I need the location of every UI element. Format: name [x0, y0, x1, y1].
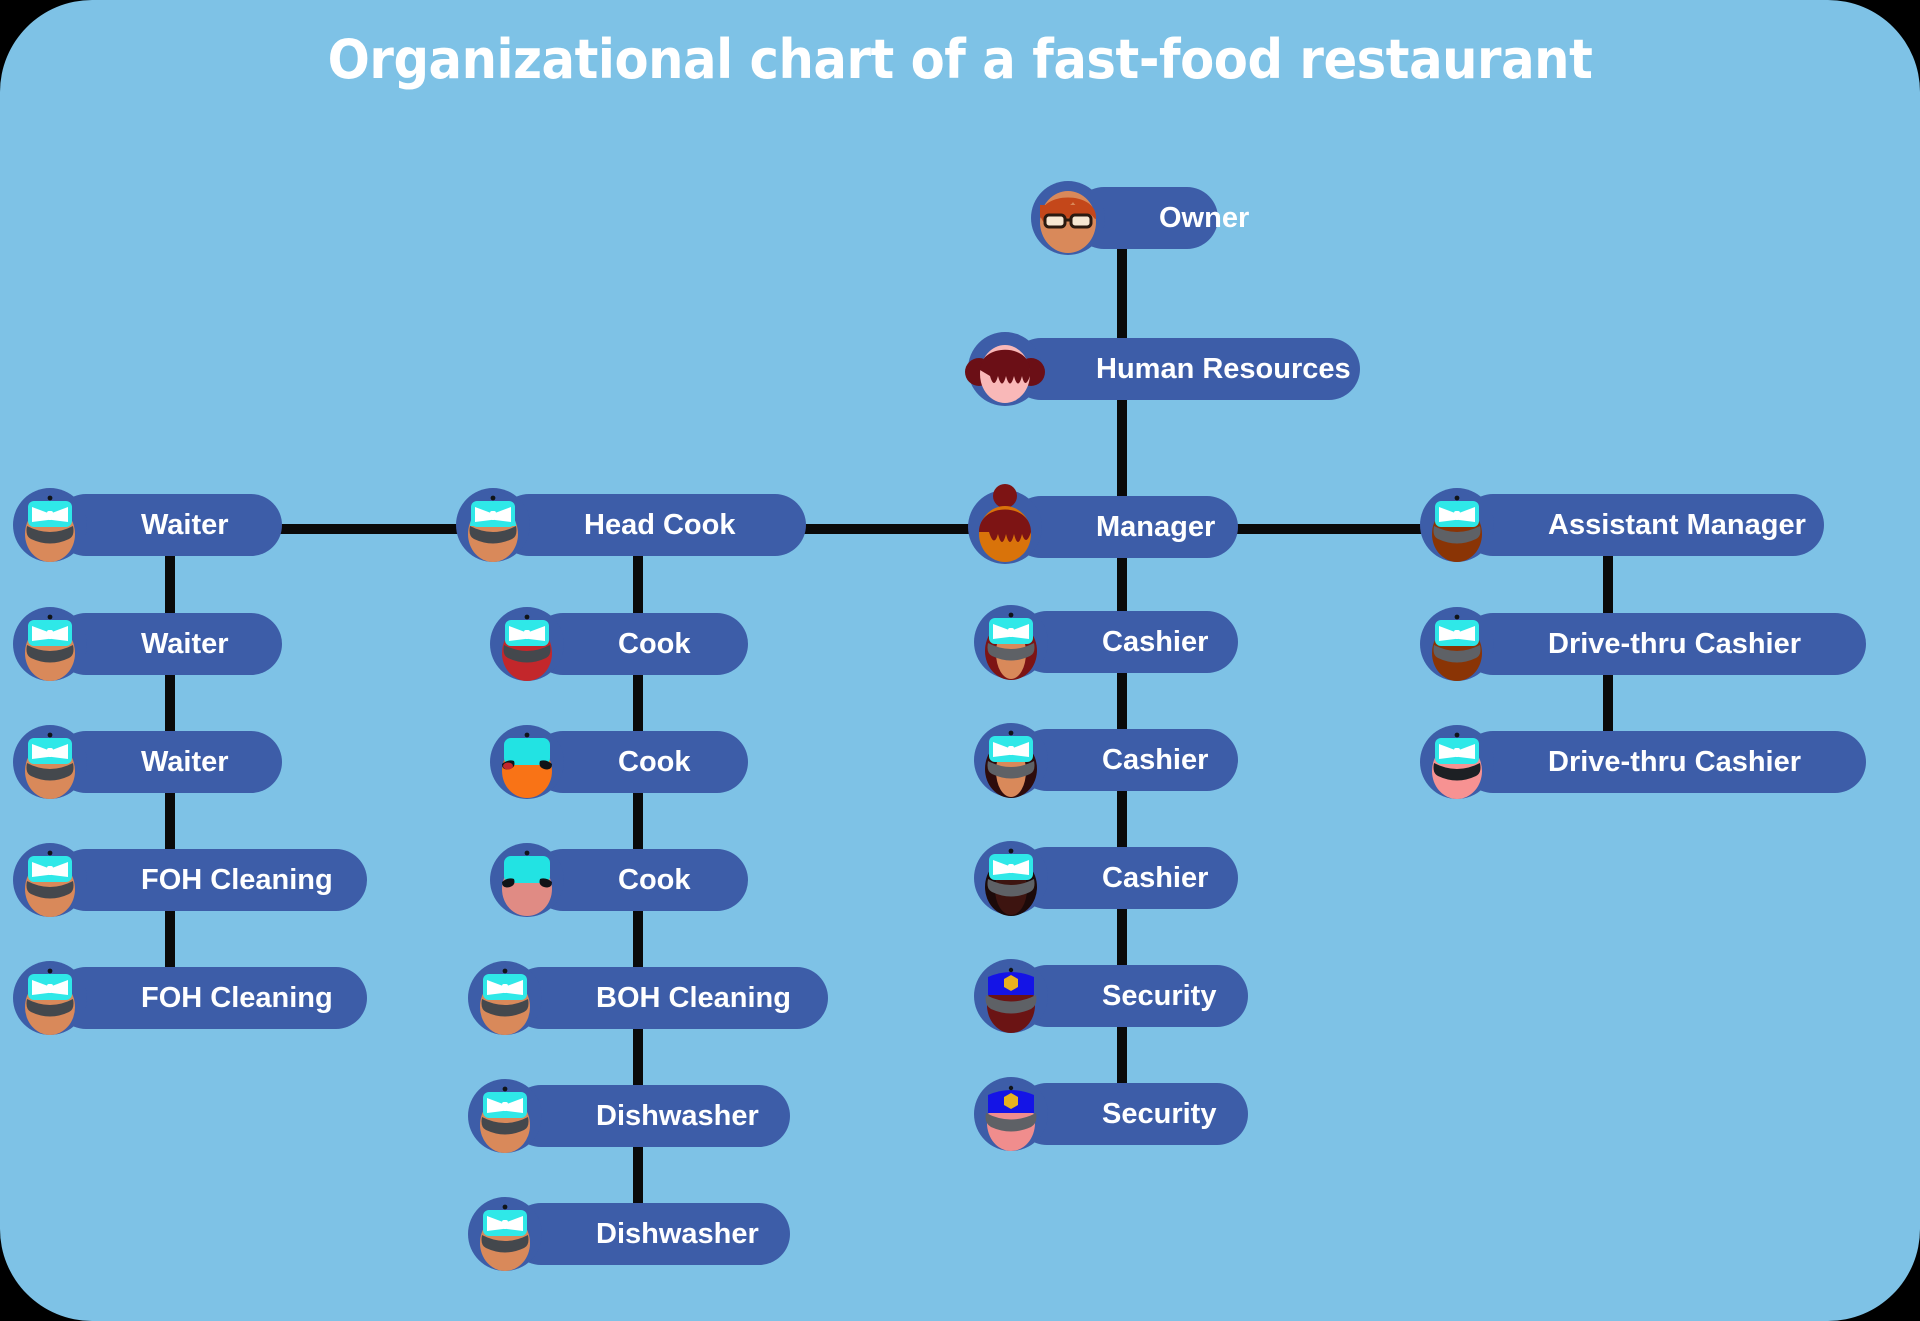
node-cook-2[interactable]: Cook [490, 725, 748, 799]
node-manager[interactable]: Manager [968, 484, 1238, 564]
node-drive-thru-cashier-2[interactable]: Drive-thru Cashier [1420, 725, 1866, 799]
node-label: FOH Cleaning [141, 981, 333, 1014]
node-cashier-3[interactable]: Cashier [974, 841, 1238, 916]
node-drive-thru-cashier-1[interactable]: Drive-thru Cashier [1420, 607, 1866, 681]
node-cook-3[interactable]: Cook [490, 843, 748, 917]
avatar-police-cap-pink [968, 1071, 1054, 1157]
node-human-resources[interactable]: Human Resources [965, 332, 1360, 406]
avatar-cap-bow-longhair-red [968, 599, 1054, 685]
node-label: Drive-thru Cashier [1548, 745, 1802, 778]
avatar-cap-bow-darkbrown [1414, 601, 1500, 687]
node-foh-cleaning-1[interactable]: FOH Cleaning [13, 843, 367, 917]
node-foh-cleaning-2[interactable]: FOH Cleaning [13, 961, 367, 1035]
avatar-cap-bow-tan [462, 1073, 548, 1159]
node-boh-cleaning[interactable]: BOH Cleaning [468, 961, 828, 1035]
avatar-cap-bow-longhair-brown [968, 717, 1054, 803]
page-title: Organizational chart of a fast-food rest… [327, 28, 1593, 91]
node-head-cook[interactable]: Head Cook [456, 488, 806, 562]
node-cashier-1[interactable]: Cashier [974, 605, 1238, 680]
node-label: Cashier [1102, 743, 1209, 776]
avatar-cap-bow-tan [462, 1191, 548, 1277]
node-owner[interactable]: Owner [1031, 181, 1249, 255]
node-assistant-manager[interactable]: Assistant Manager [1420, 488, 1824, 562]
node-label: Dishwasher [596, 1099, 759, 1132]
avatar-cap-bow-tan [462, 955, 548, 1041]
avatar-cap-bow-tan [7, 482, 93, 568]
node-label: Cook [618, 863, 691, 896]
avatar-cap-bow-red [484, 601, 570, 687]
node-label: Waiter [141, 627, 229, 660]
node-label: BOH Cleaning [596, 981, 791, 1014]
node-label: Waiter [141, 745, 229, 778]
node-cashier-2[interactable]: Cashier [974, 723, 1238, 798]
node-label: Manager [1096, 510, 1216, 543]
avatar-cap-bow-tan [7, 719, 93, 805]
node-label: Waiter [141, 508, 229, 541]
avatar-cap-plain-pink-glasses [484, 837, 570, 923]
avatar-owner-orange-hair-glasses [1025, 175, 1111, 261]
screenshot-canvas: Organizational chart of a fast-food rest… [0, 0, 1920, 1321]
node-dishwasher-2[interactable]: Dishwasher [468, 1197, 790, 1271]
node-security-2[interactable]: Security [974, 1077, 1248, 1151]
node-label: Security [1102, 1097, 1217, 1130]
avatar-cap-bow-pink [1414, 719, 1500, 805]
node-waiter-2[interactable]: Waiter [13, 607, 282, 681]
avatar-hr-darkred-buns [962, 326, 1048, 412]
node-waiter-3[interactable]: Waiter [13, 725, 282, 799]
node-label: Cashier [1102, 625, 1209, 658]
node-label: Human Resources [1096, 352, 1351, 385]
avatar-cap-bow-tan [7, 955, 93, 1041]
avatar-cap-bow-tan [7, 837, 93, 923]
node-label: Security [1102, 979, 1217, 1012]
node-waiter-1[interactable]: Waiter [13, 488, 282, 562]
node-label: Drive-thru Cashier [1548, 627, 1802, 660]
avatar-cap-bow-tan [7, 601, 93, 687]
node-cook-1[interactable]: Cook [490, 607, 748, 681]
node-label: Assistant Manager [1548, 508, 1806, 541]
node-label: Dishwasher [596, 1217, 759, 1250]
node-dishwasher-1[interactable]: Dishwasher [468, 1079, 790, 1153]
org-chart-board: Organizational chart of a fast-food rest… [0, 0, 1920, 1321]
avatar-cap-plain-orange-glasses [484, 719, 570, 805]
node-label: Cook [618, 745, 691, 778]
avatar-police-cap-darkred [968, 953, 1054, 1039]
node-label: FOH Cleaning [141, 863, 333, 896]
node-label: Cashier [1102, 861, 1209, 894]
node-security-1[interactable]: Security [974, 959, 1248, 1033]
node-label: Cook [618, 627, 691, 660]
node-label: Head Cook [584, 508, 736, 541]
avatar-cap-bow-darkskin [968, 835, 1054, 921]
node-label: Owner [1159, 201, 1250, 234]
